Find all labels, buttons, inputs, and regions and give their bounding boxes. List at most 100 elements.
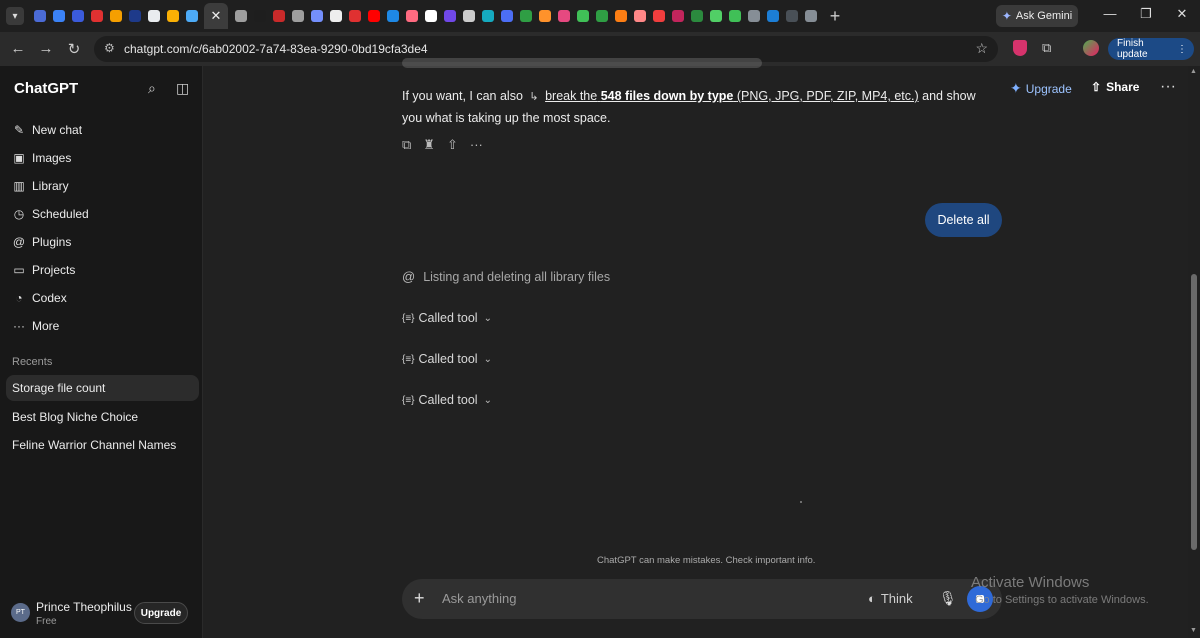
close-window-button[interactable]: ✕	[1172, 6, 1192, 22]
tool-call-row[interactable]: {≡} Called tool ⌄	[402, 311, 492, 325]
tab-favicon[interactable]	[106, 5, 125, 27]
recent-chat-item[interactable]: Feline Warrior Channel Names	[6, 432, 199, 458]
finish-update-button[interactable]: Finish update ⋮	[1108, 38, 1194, 60]
sidebar-upgrade-button[interactable]: Upgrade	[134, 602, 188, 624]
user-name[interactable]: Prince Theophilus	[36, 600, 132, 614]
sidebar-item-images[interactable]: ▣ Images	[12, 148, 71, 168]
extensions-puzzle-icon[interactable]: ⧉	[1042, 40, 1051, 56]
tab-favicon[interactable]	[144, 5, 163, 27]
back-arrow-icon[interactable]: ←	[8, 40, 28, 57]
tab-favicon[interactable]	[687, 5, 706, 27]
scroll-thumb[interactable]	[1191, 274, 1197, 550]
site-info-icon[interactable]: ⚙	[104, 41, 115, 55]
codex-icon: ◔	[15, 291, 23, 305]
close-tab-icon[interactable]: ✕	[211, 8, 222, 24]
tab-favicon[interactable]	[163, 5, 182, 27]
tab-favicon[interactable]	[706, 5, 725, 27]
tab-favicon[interactable]	[459, 5, 478, 27]
sidebar-item-more[interactable]: ··· More	[12, 316, 59, 336]
tab-favicon[interactable]	[231, 5, 250, 27]
avatar[interactable]: PT	[11, 603, 30, 622]
tab-favicon[interactable]	[592, 5, 611, 27]
recent-chat-item[interactable]: Storage file count	[6, 375, 199, 401]
suggestion-link[interactable]: break the 548 files down by type (PNG, J…	[545, 89, 919, 103]
site-favicon-icon	[557, 10, 570, 22]
tab-favicon[interactable]	[611, 5, 630, 27]
scroll-down-arrow-icon[interactable]: ▼	[1190, 627, 1197, 634]
active-tab[interactable]: ✕	[204, 3, 228, 29]
minimize-button[interactable]: —	[1100, 6, 1120, 21]
scroll-up-arrow-icon[interactable]: ▲	[1190, 68, 1197, 75]
recent-chat-item[interactable]: Best Blog Niche Choice	[6, 404, 199, 430]
tab-favicon[interactable]	[68, 5, 87, 27]
share-button[interactable]: ⇧ Share	[1091, 80, 1139, 94]
restore-button[interactable]: ❐	[1136, 6, 1156, 22]
tab-favicon[interactable]	[535, 5, 554, 27]
tab-favicon[interactable]	[326, 5, 345, 27]
scrollbar[interactable]: ▲ ▼	[1188, 66, 1200, 638]
top-upgrade-button[interactable]: ✦ Upgrade	[1010, 80, 1072, 97]
sidebar-item-plugins[interactable]: @ Plugins	[12, 232, 71, 252]
reload-icon[interactable]: ↻	[64, 40, 84, 58]
add-attachment-icon[interactable]: +	[414, 588, 425, 609]
tab-favicon[interactable]	[554, 5, 573, 27]
sidebar-toggle-icon[interactable]: ◫	[176, 80, 189, 97]
url-text[interactable]: chatgpt.com/c/6ab02002-7a74-83ea-9290-0b…	[124, 42, 428, 56]
tab-favicon[interactable]	[478, 5, 497, 27]
tool-call-row[interactable]: {≡} Called tool ⌄	[402, 393, 492, 407]
microphone-icon[interactable]: 🎙	[939, 590, 957, 607]
copy-icon[interactable]: ⧉	[402, 137, 411, 153]
tab-favicon[interactable]	[649, 5, 668, 27]
shield-extension-icon[interactable]	[1013, 40, 1027, 56]
tab-favicon[interactable]	[630, 5, 649, 27]
tab-favicon[interactable]	[668, 5, 687, 27]
sidebar-item-codex[interactable]: ◔ Codex	[12, 288, 66, 308]
tab-favicon[interactable]	[801, 5, 820, 27]
tab-favicon[interactable]	[402, 5, 421, 27]
more-options-icon[interactable]: ···	[470, 137, 483, 153]
disclaimer-text: ChatGPT can make mistakes. Check importa…	[597, 555, 816, 566]
ask-gemini-button[interactable]: ✦ Ask Gemini	[996, 5, 1078, 27]
tool-call-row[interactable]: {≡} Called tool ⌄	[402, 352, 492, 366]
conversation-options-icon[interactable]: ···	[1160, 78, 1176, 96]
share-message-icon[interactable]: ⇧	[447, 137, 458, 153]
search-icon[interactable]: ⌕	[148, 80, 156, 97]
tab-favicon[interactable]	[269, 5, 288, 27]
tab-search-chevron-icon[interactable]: ▾	[6, 7, 24, 25]
tab-favicon[interactable]	[288, 5, 307, 27]
tab-favicon[interactable]	[345, 5, 364, 27]
tab-favicon[interactable]	[383, 5, 402, 27]
forward-arrow-icon[interactable]: →	[36, 40, 56, 57]
tab-favicon[interactable]	[725, 5, 744, 27]
new-tab-button[interactable]: +	[824, 6, 846, 27]
tab-favicon[interactable]	[497, 5, 516, 27]
tab-favicon[interactable]	[87, 5, 106, 27]
sidebar-item-projects[interactable]: ▭ Projects	[12, 260, 75, 280]
tab-favicon[interactable]	[763, 5, 782, 27]
tab-favicon[interactable]	[573, 5, 592, 27]
brand-title[interactable]: ChatGPT	[14, 80, 78, 97]
tab-favicon[interactable]	[364, 5, 383, 27]
tab-favicon[interactable]	[125, 5, 144, 27]
browser-menu-icon[interactable]: ⋮	[1177, 44, 1187, 55]
sidebar-item-new-chat[interactable]: ✎ New chat	[12, 120, 82, 140]
site-favicon-icon	[348, 10, 361, 22]
tab-favicon[interactable]	[49, 5, 68, 27]
prompt-input[interactable]: Ask anything	[442, 591, 516, 606]
tab-favicon[interactable]	[421, 5, 440, 27]
tab-favicon[interactable]	[516, 5, 535, 27]
tab-favicon[interactable]	[182, 5, 201, 27]
profile-avatar-icon[interactable]	[1083, 40, 1099, 56]
bookmark-star-icon[interactable]: ☆	[975, 40, 988, 57]
think-button[interactable]: ◐ Think	[868, 591, 913, 606]
sidebar-item-library[interactable]: ▥ Library	[12, 176, 68, 196]
tab-favicon[interactable]	[307, 5, 326, 27]
site-favicon-icon	[310, 10, 323, 22]
sidebar-item-scheduled[interactable]: ◷ Scheduled	[12, 204, 89, 224]
tab-favicon[interactable]	[250, 5, 269, 27]
tab-favicon[interactable]	[440, 5, 459, 27]
tab-favicon[interactable]	[744, 5, 763, 27]
tab-favicon[interactable]	[782, 5, 801, 27]
tab-favicon[interactable]	[30, 5, 49, 27]
thumbs-down-icon[interactable]: ♜	[423, 137, 435, 153]
